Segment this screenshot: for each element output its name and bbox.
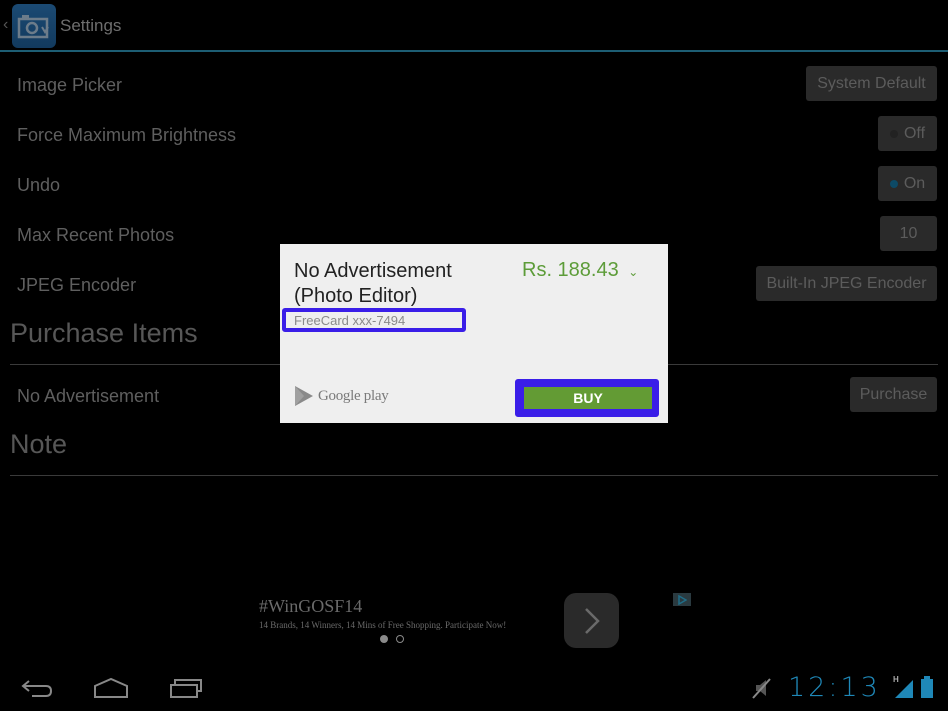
- page-title: Settings: [60, 16, 122, 35]
- max-recent-photos-button[interactable]: 10: [880, 216, 937, 251]
- google-play-logo: Google play: [294, 385, 389, 407]
- setting-label-max-recent: Max Recent Photos: [17, 225, 175, 245]
- purchase-dialog: No Advertisement (Photo Editor) Rs. 188.…: [280, 244, 668, 423]
- setting-label-image-picker: Image Picker: [17, 75, 123, 95]
- toggle-indicator-off: [889, 129, 898, 138]
- pager-dot[interactable]: [396, 635, 404, 643]
- adchoices-icon[interactable]: [673, 593, 691, 606]
- price-value: Rs. 188.43: [522, 259, 619, 281]
- home-icon[interactable]: [93, 677, 129, 699]
- setting-label-brightness: Force Maximum Brightness: [17, 125, 237, 145]
- section-purchase-items: Purchase Items: [10, 318, 198, 348]
- back-icon[interactable]: [20, 677, 54, 699]
- purchase-button-label: Purchase: [859, 385, 928, 403]
- toggle-indicator-on: [889, 179, 898, 188]
- brightness-toggle[interactable]: Off: [878, 116, 937, 151]
- action-bar: ‹ Settings: [0, 0, 948, 52]
- recent-apps-icon[interactable]: [169, 677, 203, 699]
- jpeg-encoder-button[interactable]: Built-In JPEG Encoder: [756, 266, 937, 301]
- undo-toggle[interactable]: On: [878, 166, 937, 201]
- dialog-item-title: No Advertisement (Photo Editor): [294, 260, 452, 307]
- setting-label-undo: Undo: [17, 175, 61, 195]
- play-store-icon: [295, 386, 313, 406]
- app-icon[interactable]: [12, 4, 56, 48]
- pager-dot-active[interactable]: [380, 635, 388, 643]
- jpeg-encoder-value: Built-In JPEG Encoder: [766, 274, 927, 292]
- ad-subtitle: 14 Brands, 14 Winners, 14 Mins of Free S…: [259, 620, 507, 630]
- chevron-down-icon: ⌄: [628, 265, 639, 279]
- image-picker-button[interactable]: System Default: [806, 66, 937, 101]
- section-note: Note: [10, 429, 68, 459]
- volume-muted-icon: [752, 678, 771, 699]
- ad-title: #WinGOSF14: [259, 596, 363, 616]
- buy-button[interactable]: BUY: [524, 387, 652, 409]
- ad-next-button[interactable]: [564, 593, 619, 648]
- image-picker-value: System Default: [817, 74, 926, 92]
- setting-label-jpeg-encoder: JPEG Encoder: [17, 275, 137, 295]
- undo-value: On: [903, 174, 926, 192]
- system-nav-bar: 12:13 H: [0, 665, 948, 711]
- battery-icon: [921, 676, 933, 698]
- action-bar-divider: [0, 50, 948, 52]
- back-chevron-icon[interactable]: ‹: [3, 16, 8, 34]
- dialog-price-dropdown[interactable]: Rs. 188.43 ⌄: [522, 259, 638, 282]
- purchase-button[interactable]: Purchase: [850, 377, 937, 412]
- section-divider: [10, 475, 938, 476]
- clock[interactable]: 12:13: [788, 672, 881, 703]
- ad-pager: [380, 635, 404, 643]
- payment-method[interactable]: FreeCard xxx-7494: [294, 313, 405, 328]
- google-play-text: Google play: [318, 387, 389, 404]
- brightness-value: Off: [903, 124, 926, 142]
- max-recent-value: 10: [899, 224, 918, 242]
- chevron-right-icon: [584, 607, 600, 634]
- signal-icon: H: [893, 675, 915, 699]
- purchase-item-label: No Advertisement: [17, 386, 160, 406]
- camera-icon: [17, 15, 49, 39]
